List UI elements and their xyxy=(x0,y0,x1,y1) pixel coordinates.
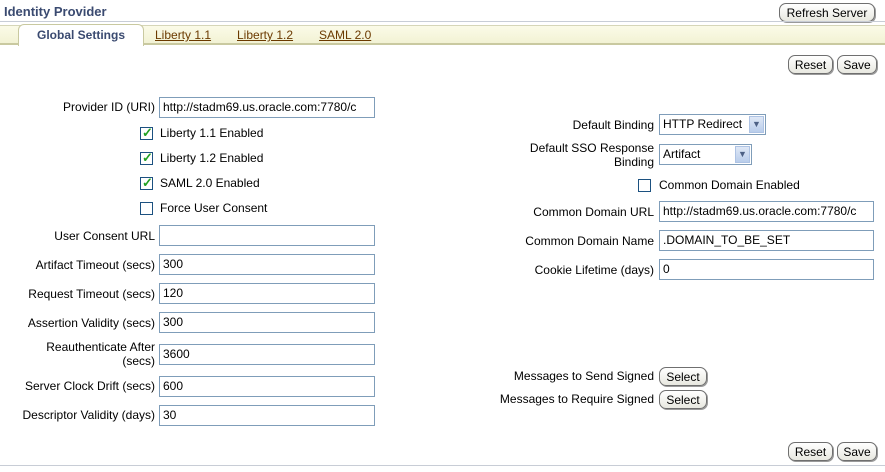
common-domain-name-label: Common Domain Name xyxy=(525,234,654,248)
reauthenticate-after-input[interactable]: 3600 xyxy=(159,344,375,365)
require-signed-select-button[interactable]: Select xyxy=(659,390,707,409)
header-divider xyxy=(0,21,885,22)
artifact-timeout-label: Artifact Timeout (secs) xyxy=(35,258,155,272)
user-consent-url-label: User Consent URL xyxy=(54,229,155,243)
artifact-timeout-input[interactable]: 300 xyxy=(159,254,375,275)
liberty-1-2-enabled-label: Liberty 1.2 Enabled xyxy=(160,151,264,165)
default-binding-value: HTTP Redirect xyxy=(663,117,743,131)
liberty-1-2-enabled-checkbox[interactable]: ✓ xyxy=(140,150,153,165)
force-user-consent-label: Force User Consent xyxy=(160,201,268,215)
liberty-1-1-enabled-checkbox[interactable]: ✓ xyxy=(140,125,153,140)
page-title: Identity Provider xyxy=(4,4,107,19)
user-consent-url-input[interactable] xyxy=(159,225,375,246)
request-timeout-input[interactable]: 120 xyxy=(159,283,375,304)
assertion-validity-input[interactable]: 300 xyxy=(159,312,375,333)
cookie-lifetime-label: Cookie Lifetime (days) xyxy=(534,263,654,277)
sso-binding-value: Artifact xyxy=(663,147,701,161)
reset-button-top[interactable]: Reset xyxy=(788,55,833,74)
sso-binding-label-line1: Default SSO Response xyxy=(529,141,654,155)
footer-divider xyxy=(0,465,885,466)
force-user-consent-checkbox[interactable] xyxy=(140,202,153,215)
assertion-validity-label: Assertion Validity (secs) xyxy=(27,316,155,330)
reauthenticate-after-label-line2: (secs) xyxy=(122,354,155,368)
reauthenticate-after-label-line1: Reauthenticate After xyxy=(46,340,155,354)
checkmark-icon: ✓ xyxy=(142,125,153,140)
server-clock-drift-label: Server Clock Drift (secs) xyxy=(24,379,155,393)
request-timeout-label: Request Timeout (secs) xyxy=(28,287,155,301)
tab-saml-2-0[interactable]: SAML 2.0 xyxy=(319,28,371,42)
send-signed-select-button[interactable]: Select xyxy=(659,367,707,386)
common-domain-name-input[interactable]: .DOMAIN_TO_BE_SET xyxy=(659,230,874,251)
liberty-1-1-enabled-label: Liberty 1.1 Enabled xyxy=(160,126,264,140)
save-button-top[interactable]: Save xyxy=(837,55,877,74)
checkmark-icon: ✓ xyxy=(142,150,153,165)
tab-bar: Global Settings Liberty 1.1 Liberty 1.2 … xyxy=(0,24,885,46)
messages-to-send-signed-label: Messages to Send Signed xyxy=(513,369,654,383)
default-binding-label: Default Binding xyxy=(572,118,654,132)
tab-liberty-1-2[interactable]: Liberty 1.2 xyxy=(237,28,293,42)
chevron-down-icon[interactable]: ▼ xyxy=(749,116,764,133)
save-button-bottom[interactable]: Save xyxy=(837,442,877,461)
provider-id-input[interactable]: http://stadm69.us.oracle.com:7780/c xyxy=(159,97,375,118)
descriptor-validity-label: Descriptor Validity (days) xyxy=(22,408,155,422)
sso-binding-label-line2: Binding xyxy=(613,155,654,169)
provider-id-label: Provider ID (URI) xyxy=(62,100,155,114)
common-domain-url-label: Common Domain URL xyxy=(533,205,654,219)
refresh-server-button[interactable]: Refresh Server xyxy=(779,3,875,22)
cookie-lifetime-input[interactable]: 0 xyxy=(659,259,874,280)
tab-liberty-1-1[interactable]: Liberty 1.1 xyxy=(155,28,211,42)
common-domain-enabled-label: Common Domain Enabled xyxy=(659,178,800,192)
chevron-down-icon[interactable]: ▼ xyxy=(735,146,750,163)
default-sso-response-binding-label: Default SSO Response Binding xyxy=(530,141,654,169)
default-binding-select[interactable]: HTTP Redirect ▼ xyxy=(659,114,766,135)
reauthenticate-after-label: Reauthenticate After (secs) xyxy=(46,340,155,368)
common-domain-enabled-checkbox[interactable] xyxy=(638,179,651,192)
default-sso-response-binding-select[interactable]: Artifact ▼ xyxy=(659,144,752,165)
reset-button-bottom[interactable]: Reset xyxy=(788,442,833,461)
descriptor-validity-input[interactable]: 30 xyxy=(159,405,375,426)
messages-to-require-signed-label: Messages to Require Signed xyxy=(499,392,654,406)
server-clock-drift-input[interactable]: 600 xyxy=(159,376,375,397)
tab-global-settings[interactable]: Global Settings xyxy=(18,24,144,46)
common-domain-url-input[interactable]: http://stadm69.us.oracle.com:7780/c xyxy=(659,201,874,222)
saml-2-0-enabled-label: SAML 2.0 Enabled xyxy=(160,176,260,190)
saml-2-0-enabled-checkbox[interactable]: ✓ xyxy=(140,175,153,190)
checkmark-icon: ✓ xyxy=(142,175,153,190)
